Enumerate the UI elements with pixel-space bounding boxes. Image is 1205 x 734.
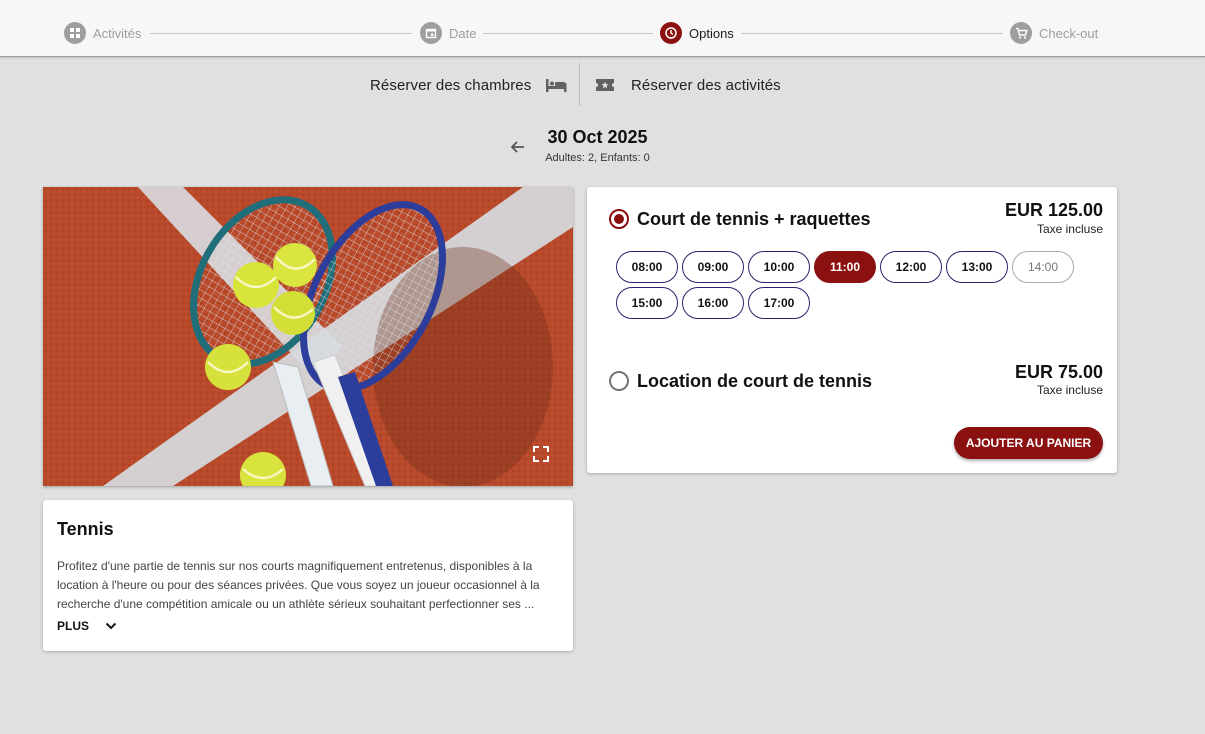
grid-icon	[64, 22, 86, 44]
back-arrow-icon[interactable]	[508, 137, 528, 157]
activity-description-card: Tennis Profitez d'une partie de tennis s…	[43, 500, 573, 651]
option-tax-note: Taxe incluse	[1036, 222, 1103, 236]
stepper-connector	[483, 33, 653, 34]
activity-title: Tennis	[57, 519, 114, 539]
bed-icon	[545, 77, 567, 93]
option-tax-note: Taxe incluse	[1036, 383, 1103, 397]
step-label: Date	[449, 25, 477, 41]
book-activities-label: Réserver des activités	[631, 76, 781, 94]
toggle-divider	[579, 63, 580, 106]
time-slot[interactable]: 13:00	[946, 251, 1008, 283]
step-label: Options	[689, 25, 734, 41]
description-line: Profitez d'une partie de tennis sur nos …	[57, 559, 533, 573]
add-to-cart-button[interactable]: AJOUTER AU PANIER	[954, 427, 1103, 459]
show-more-label: PLUS	[57, 619, 90, 633]
time-slot-unavailable: 14:00	[1012, 251, 1074, 283]
activity-description: Profitez d'une partie de tennis sur nos …	[57, 557, 557, 614]
options-card: Court de tennis + raquettes EUR 125.00 T…	[587, 187, 1117, 473]
fullscreen-icon[interactable]	[532, 445, 550, 463]
clock-icon	[660, 22, 682, 44]
step-checkout[interactable]: Check-out	[1010, 22, 1098, 44]
chevron-down-icon	[105, 622, 117, 630]
time-slot[interactable]: 16:00	[682, 287, 744, 319]
stepper-connector	[741, 33, 1003, 34]
time-slot[interactable]: 15:00	[616, 287, 678, 319]
stepper-connector	[150, 33, 412, 34]
book-rooms-label: Réserver des chambres	[370, 76, 532, 94]
step-label: Check-out	[1039, 25, 1099, 41]
time-slot[interactable]: 09:00	[682, 251, 744, 283]
option-price: EUR 125.00	[1004, 200, 1103, 220]
option-name: Court de tennis + raquettes	[637, 209, 871, 229]
description-line: location à l'heure ou pour des séances p…	[57, 578, 540, 592]
show-more-button[interactable]: PLUS	[57, 619, 117, 633]
cart-icon	[1010, 22, 1032, 44]
time-slot[interactable]: 10:00	[748, 251, 810, 283]
book-activities-toggle[interactable]: Réserver des activités	[595, 64, 795, 106]
selected-date: 30 Oct 2025	[547, 127, 648, 147]
book-rooms-toggle[interactable]: Réserver des chambres	[370, 64, 578, 106]
option-radio-court-rackets[interactable]	[609, 209, 629, 229]
time-slot[interactable]: 17:00	[748, 287, 810, 319]
option-price: EUR 75.00	[1014, 362, 1103, 382]
time-slot[interactable]: 08:00	[616, 251, 678, 283]
ticket-icon	[595, 77, 615, 93]
step-date[interactable]: Date	[420, 22, 476, 44]
time-slot-selected[interactable]: 11:00	[814, 251, 876, 283]
tennis-photo	[43, 187, 573, 486]
step-label: Activités	[93, 25, 142, 41]
step-activites[interactable]: Activités	[64, 22, 141, 44]
time-slot[interactable]: 12:00	[880, 251, 942, 283]
description-line: recherche d'une compétition amicale ou u…	[57, 597, 535, 611]
step-options[interactable]: Options	[660, 22, 734, 44]
calendar-icon	[420, 22, 442, 44]
option-radio-court-rental[interactable]	[609, 371, 629, 391]
activity-image[interactable]	[43, 187, 573, 486]
progress-stepper: Activités Date Options Check-out	[0, 0, 1205, 57]
guest-count: Adultes: 2, Enfants: 0	[545, 152, 650, 164]
option-name: Location de court de tennis	[637, 371, 873, 391]
